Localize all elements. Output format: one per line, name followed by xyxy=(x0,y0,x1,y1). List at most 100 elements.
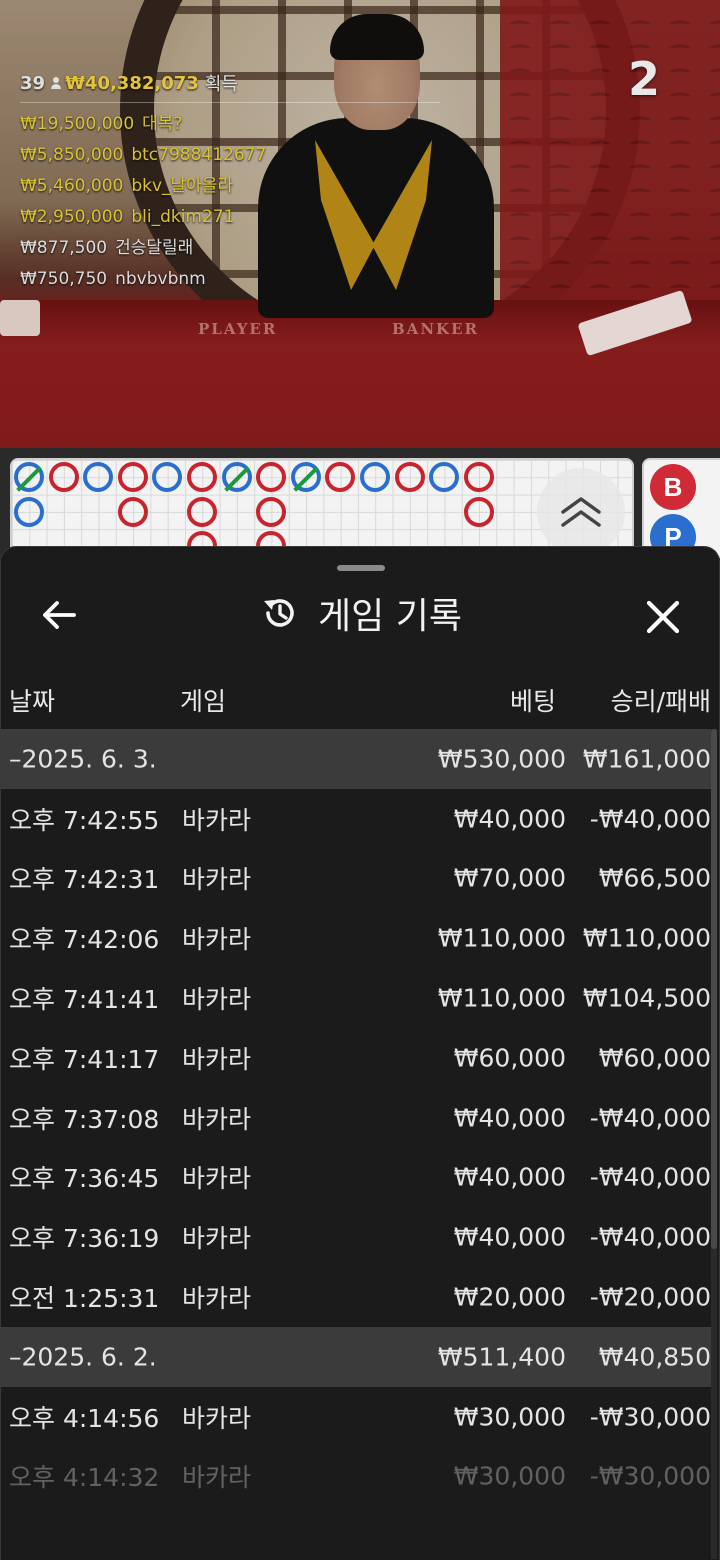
history-time: 오후 7:36:19 xyxy=(9,1224,160,1254)
winner-amount: ₩2,950,000 xyxy=(20,207,124,227)
history-scrollbar[interactable] xyxy=(711,729,717,1559)
card-shoe-right xyxy=(577,289,693,357)
scrollbar-thumb[interactable] xyxy=(711,729,717,1249)
column-header-game: 게임 xyxy=(180,687,227,716)
scoreboard: B P xyxy=(0,448,720,558)
background-pattern xyxy=(500,0,720,300)
close-button[interactable] xyxy=(639,593,687,641)
sheet-header: 게임 기록 xyxy=(1,577,719,649)
winner-name: nbvbvbnm xyxy=(115,269,206,289)
history-time: 오후 4:14:56 xyxy=(9,1403,160,1433)
history-game: 바카라 xyxy=(182,1224,252,1254)
history-game: 바카라 xyxy=(182,1403,252,1433)
winner-amount: ₩19,500,000 xyxy=(20,114,135,134)
history-row[interactable]: 오후 4:14:32 바카라 ₩30,000 -₩30,000 xyxy=(1,1447,711,1507)
winner-amount: ₩5,460,000 xyxy=(20,176,124,196)
winner-row: ₩5,850,000 btc7988412677 xyxy=(20,140,440,171)
winner-row: ₩2,950,000 bli_dkim271 xyxy=(20,202,440,233)
history-time: 오전 1:25:31 xyxy=(9,1284,160,1314)
player-bead xyxy=(290,462,321,492)
winner-amount: ₩5,850,000 xyxy=(20,145,124,165)
winner-row: ₩750,750 nbvbvbnm xyxy=(20,264,440,295)
history-table: –2025. 6. 3. ₩530,000 ₩161,000 오후 7:42:55 바카… xyxy=(1,729,711,1506)
banker-bead xyxy=(117,496,148,527)
side-road[interactable]: B P xyxy=(642,458,720,558)
history-time: 오후 7:41:41 xyxy=(9,985,160,1015)
history-result: ₩110,000 xyxy=(582,923,711,953)
winners-suffix: 획득 xyxy=(204,74,238,95)
winner-list: ₩19,500,000 대복? ₩5,850,000 btc7988412677 ₩5,… xyxy=(20,109,440,295)
player-bead xyxy=(429,462,460,492)
live-video[interactable]: PLAYER BANKER 39 ₩40,382,073 획득 ₩19,500,… xyxy=(0,0,720,448)
game-history-sheet: 게임 기록 날짜 게임 베팅 승리/패배 –2025. 6. 3. ₩530,00… xyxy=(0,546,720,1560)
history-time: 오후 7:37:08 xyxy=(9,1104,160,1134)
winner-name: btc7988412677 xyxy=(131,145,267,165)
banker-bead xyxy=(394,462,425,492)
player-bead xyxy=(360,462,390,492)
history-row[interactable]: 오후 7:42:06 바카라 ₩110,000 ₩110,000 xyxy=(1,908,711,968)
history-row[interactable]: 오후 7:37:08 바카라 ₩40,000 -₩40,000 xyxy=(1,1088,711,1148)
winner-name: bkv_날아올라 xyxy=(131,176,234,196)
history-game: 바카라 xyxy=(182,805,252,835)
history-date-group[interactable]: –2025. 6. 3. ₩530,000 ₩161,000 xyxy=(1,729,711,789)
history-bet: ₩40,000 xyxy=(453,1103,566,1133)
history-game: 바카라 xyxy=(182,985,252,1015)
history-clock-icon xyxy=(260,593,300,633)
history-game: 바카라 xyxy=(182,1164,252,1194)
history-row[interactable]: 오후 7:42:31 바카라 ₩70,000 ₩66,500 xyxy=(1,849,711,909)
history-bet: ₩30,000 xyxy=(453,1461,566,1491)
history-row[interactable]: 오후 7:41:17 바카라 ₩60,000 ₩60,000 xyxy=(1,1028,711,1088)
arrow-left-icon xyxy=(43,601,76,629)
winner-amount: ₩877,500 xyxy=(20,238,108,258)
winners-total: ₩40,382,073 xyxy=(65,72,199,94)
history-time: 오후 4:14:32 xyxy=(9,1463,160,1493)
winner-row: ₩5,460,000 bkv_날아올라 xyxy=(20,171,440,202)
history-game: 바카라 xyxy=(182,1104,252,1134)
round-count: 2 xyxy=(628,52,661,106)
winner-row: ₩19,500,000 대복? xyxy=(20,109,440,140)
player-bead xyxy=(152,462,183,492)
banker-bead xyxy=(117,462,148,492)
history-row[interactable]: 오전 1:25:31 바카라 ₩20,000 -₩20,000 xyxy=(1,1267,711,1327)
history-time: –2025. 6. 3. xyxy=(9,744,157,774)
history-bet: ₩40,000 xyxy=(453,804,566,834)
history-bet: ₩30,000 xyxy=(453,1402,566,1432)
collapse-scoreboard-button[interactable] xyxy=(537,468,625,556)
history-result: ₩66,500 xyxy=(598,863,711,893)
history-row[interactable]: 오후 7:42:55 바카라 ₩40,000 -₩40,000 xyxy=(1,789,711,849)
history-time: 오후 7:42:55 xyxy=(9,805,160,835)
chevron-double-up-icon xyxy=(561,497,601,527)
history-result: ₩60,000 xyxy=(598,1043,711,1073)
history-result: ₩161,000 xyxy=(582,744,711,774)
history-row[interactable]: 오후 7:36:45 바카라 ₩40,000 -₩40,000 xyxy=(1,1148,711,1208)
column-header-bet: 베팅 xyxy=(509,687,556,716)
banker-bead xyxy=(463,496,494,527)
history-time: 오후 7:36:45 xyxy=(9,1164,160,1194)
banker-bead xyxy=(256,496,287,527)
drag-handle[interactable] xyxy=(337,565,385,571)
history-game: 바카라 xyxy=(182,1463,252,1493)
history-row[interactable]: 오후 7:36:19 바카라 ₩40,000 -₩40,000 xyxy=(1,1207,711,1267)
winner-row: ₩877,500 건승달릴래 xyxy=(20,233,440,264)
history-time: 오후 7:42:06 xyxy=(9,925,160,955)
history-bet: ₩60,000 xyxy=(453,1043,566,1073)
dealer-hair xyxy=(330,14,424,60)
table-label-banker: BANKER xyxy=(392,320,479,338)
history-date-group[interactable]: –2025. 6. 2. ₩511,400 ₩40,850 xyxy=(1,1326,711,1387)
player-bead xyxy=(14,462,44,492)
winner-amount: ₩750,750 xyxy=(20,269,108,289)
banker-bead xyxy=(325,462,356,492)
history-bet: ₩530,000 xyxy=(437,744,566,774)
back-button[interactable] xyxy=(37,593,81,637)
history-row[interactable]: 오후 7:41:41 바카라 ₩110,000 ₩104,500 xyxy=(1,968,711,1028)
history-bet: ₩511,400 xyxy=(437,1342,566,1372)
table-label-player: PLAYER xyxy=(198,320,278,338)
card-shoe-left xyxy=(0,300,40,336)
banker-bead xyxy=(48,462,79,492)
banker-bead xyxy=(256,462,287,492)
history-row[interactable]: 오후 4:14:56 바카라 ₩30,000 -₩30,000 xyxy=(1,1387,711,1447)
history-game: 바카라 xyxy=(182,1284,252,1314)
banker-bead xyxy=(187,462,217,492)
history-result: -₩20,000 xyxy=(589,1282,711,1312)
divider xyxy=(20,102,440,103)
